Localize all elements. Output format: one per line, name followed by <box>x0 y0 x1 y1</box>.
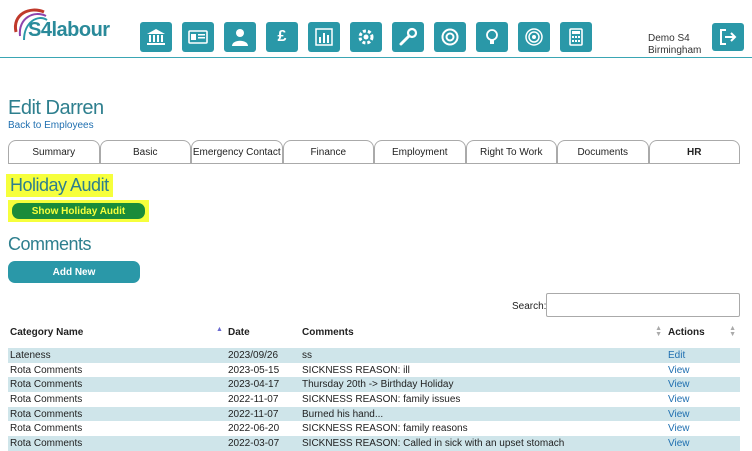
chart-icon <box>315 28 333 46</box>
employee-tabs: Summary Basic Emergency Contact Finance … <box>8 140 740 164</box>
holiday-audit-heading: Holiday Audit <box>6 174 113 197</box>
cell-date: 2023/09/26 <box>226 348 300 363</box>
gear-icon <box>358 29 374 45</box>
user-name: Demo S4 <box>648 33 690 44</box>
lifebuoy-icon <box>441 28 459 46</box>
table-row: Rota Comments 2022-11-07 SICKNESS REASON… <box>8 392 740 407</box>
cell-comment: SICKNESS REASON: family issues <box>300 392 666 407</box>
tab-summary[interactable]: Summary <box>8 140 100 163</box>
cell-category: Rota Comments <box>8 377 226 393</box>
sort-ascending-icon: ▲ <box>216 326 223 333</box>
cell-date: 2022-11-07 <box>226 406 300 422</box>
cell-category: Lateness <box>8 348 226 363</box>
cell-category: Rota Comments <box>8 421 226 437</box>
tab-documents[interactable]: Documents <box>557 140 649 163</box>
user-icon <box>232 29 248 46</box>
show-holiday-audit-button[interactable]: Show Holiday Audit <box>8 200 149 222</box>
tab-emergency-contact[interactable]: Emergency Contact <box>191 140 283 163</box>
user-info: Demo S4 Birmingham <box>648 33 701 57</box>
column-header-category[interactable]: Category Name ▲ <box>8 322 226 342</box>
cell-comment: Burned his hand... <box>300 406 666 422</box>
tab-hr[interactable]: HR <box>648 140 740 163</box>
cell-comment: Thursday 20th -> Birthday Holiday <box>300 377 666 393</box>
wrench-icon <box>399 27 418 46</box>
table-row: Rota Comments 2023-05-15 SICKNESS REASON… <box>8 362 740 378</box>
nav-tools-button[interactable] <box>392 22 424 52</box>
cell-category: Rota Comments <box>8 436 226 451</box>
nav-settings-button[interactable] <box>350 22 382 52</box>
cell-date: 2023-05-15 <box>226 362 300 378</box>
view-link[interactable]: View <box>668 365 690 376</box>
logo-text: S4labour <box>28 19 110 41</box>
bank-icon <box>147 29 165 45</box>
nav-reports-button[interactable] <box>308 22 340 52</box>
table-row: Rota Comments 2022-06-20 SICKNESS REASON… <box>8 421 740 437</box>
nav-bank-button[interactable] <box>140 22 172 52</box>
cell-comment: SICKNESS REASON: ill <box>300 362 666 378</box>
cell-comment: SICKNESS REASON: Called in sick with an … <box>300 436 666 451</box>
add-new-button[interactable]: Add New <box>8 261 140 283</box>
tab-basic[interactable]: Basic <box>99 140 191 163</box>
nav-finance-button[interactable]: £ <box>266 22 298 52</box>
nav-user-button[interactable] <box>224 22 256 52</box>
logout-icon <box>720 29 737 45</box>
cell-comment: SICKNESS REASON: family reasons <box>300 421 666 437</box>
id-card-icon <box>188 30 208 44</box>
comments-heading: Comments <box>8 234 92 254</box>
nav-help-button[interactable] <box>434 22 466 52</box>
nav-calculator-button[interactable] <box>560 22 592 52</box>
tab-right-to-work[interactable]: Right To Work <box>465 140 557 163</box>
s4labour-logo[interactable]: S4labour <box>10 6 130 52</box>
sort-both-icon: ▲ ▼ <box>729 325 736 338</box>
comments-table: Category Name ▲ Date Comments ▲ ▼ Actions ▲ ▼… <box>8 322 740 451</box>
view-link[interactable]: View <box>668 409 690 420</box>
column-header-date[interactable]: Date <box>226 322 300 342</box>
user-location: Birmingham <box>648 45 702 56</box>
page-title: Edit Darren <box>8 97 104 119</box>
logout-button[interactable] <box>712 23 744 51</box>
view-link[interactable]: View <box>668 423 690 434</box>
cell-date: 2023-04-17 <box>226 377 300 393</box>
show-holiday-audit-label: Show Holiday Audit <box>12 203 145 219</box>
table-row: Rota Comments 2023-04-17 Thursday 20th -… <box>8 377 740 393</box>
app-header: S4labour £ Demo S4 Birmingham <box>0 0 752 58</box>
table-row: Rota Comments 2022-03-07 SICKNESS REASON… <box>8 436 740 451</box>
back-to-employees-link[interactable]: Back to Employees <box>8 120 94 131</box>
lightbulb-icon <box>486 29 498 44</box>
cell-comment: ss <box>300 348 666 363</box>
cell-category: Rota Comments <box>8 362 226 378</box>
column-header-actions[interactable]: Actions ▲ ▼ <box>666 322 740 342</box>
view-link[interactable]: View <box>668 394 690 405</box>
column-header-comments[interactable]: Comments ▲ ▼ <box>300 322 666 342</box>
main-nav: £ <box>140 22 592 52</box>
table-row: Lateness 2023/09/26 ss Edit <box>8 348 740 363</box>
edit-link[interactable]: Edit <box>668 350 685 361</box>
view-link[interactable]: View <box>668 438 690 449</box>
search-label: Search: <box>512 301 547 312</box>
cell-category: Rota Comments <box>8 406 226 422</box>
cell-category: Rota Comments <box>8 392 226 407</box>
view-link[interactable]: View <box>668 379 690 390</box>
calculator-icon <box>569 28 583 46</box>
tab-employment[interactable]: Employment <box>374 140 466 163</box>
pound-icon: £ <box>277 28 287 45</box>
nav-ideas-button[interactable] <box>476 22 508 52</box>
cell-date: 2022-06-20 <box>226 421 300 437</box>
target-icon <box>525 28 543 46</box>
cell-date: 2022-03-07 <box>226 436 300 451</box>
tab-finance[interactable]: Finance <box>282 140 374 163</box>
cell-date: 2022-11-07 <box>226 392 300 407</box>
table-row: Rota Comments 2022-11-07 Burned his hand… <box>8 406 740 422</box>
search-input[interactable] <box>546 293 740 317</box>
nav-targets-button[interactable] <box>518 22 550 52</box>
sort-both-icon: ▲ ▼ <box>655 325 662 338</box>
nav-id-card-button[interactable] <box>182 22 214 52</box>
